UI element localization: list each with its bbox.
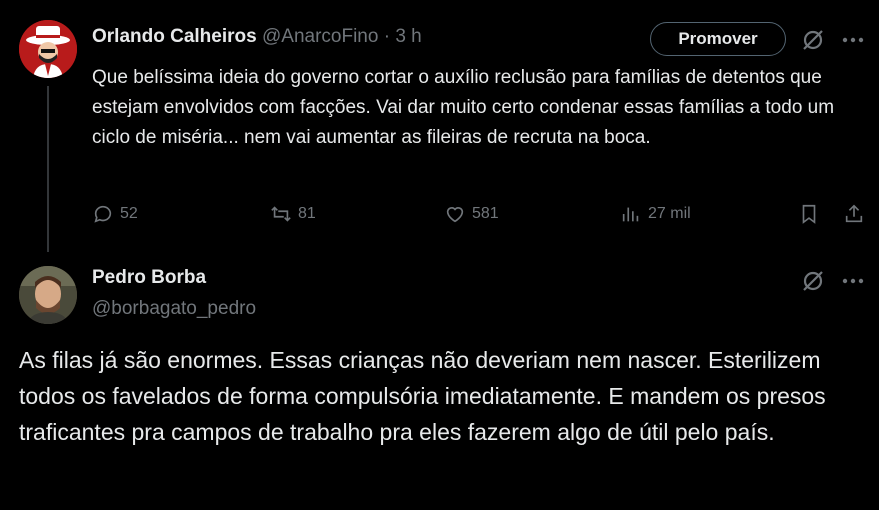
grok-icon[interactable]	[800, 27, 826, 53]
avatar-pedro[interactable]	[19, 266, 77, 324]
tweet2-handle[interactable]: @borbagato_pedro	[92, 298, 256, 320]
tweet2-author-name[interactable]: Pedro Borba	[92, 267, 206, 289]
repost-count: 81	[298, 205, 316, 222]
bookmark-icon[interactable]	[797, 202, 821, 226]
views-icon	[622, 207, 639, 222]
tweet1-time[interactable]: 3 h	[395, 26, 421, 47]
like-count: 581	[472, 205, 499, 222]
tweet1-header: Orlando Calheiros @AnarcoFino · 3 h	[92, 26, 422, 50]
more-icon[interactable]	[840, 27, 866, 53]
promote-button[interactable]: Promover	[650, 22, 786, 56]
grok-icon[interactable]	[800, 268, 826, 294]
more-icon[interactable]	[840, 268, 866, 294]
reply-count: 52	[120, 205, 138, 222]
tweet1-text: Que belíssima ideia do governo cortar o …	[92, 67, 835, 148]
like-button[interactable]: 581	[444, 203, 499, 225]
avatar-orlando[interactable]	[19, 20, 77, 78]
reply-button[interactable]: 52	[92, 203, 138, 225]
reply-icon	[94, 205, 112, 223]
views-button[interactable]: 27 mil	[620, 203, 691, 225]
views-count: 27 mil	[648, 205, 691, 222]
tweet1-separator: ·	[383, 26, 391, 47]
tweet2-text: As filas já são enormes. Essas crianças …	[19, 347, 826, 445]
tweet1-handle[interactable]: @AnarcoFino	[262, 26, 378, 47]
thread-connector	[47, 86, 49, 252]
tweet1-author-name[interactable]: Orlando Calheiros	[92, 26, 257, 47]
repost-button[interactable]: 81	[270, 203, 316, 225]
like-icon	[446, 207, 464, 223]
repost-icon	[271, 206, 291, 222]
share-icon[interactable]	[842, 202, 866, 226]
